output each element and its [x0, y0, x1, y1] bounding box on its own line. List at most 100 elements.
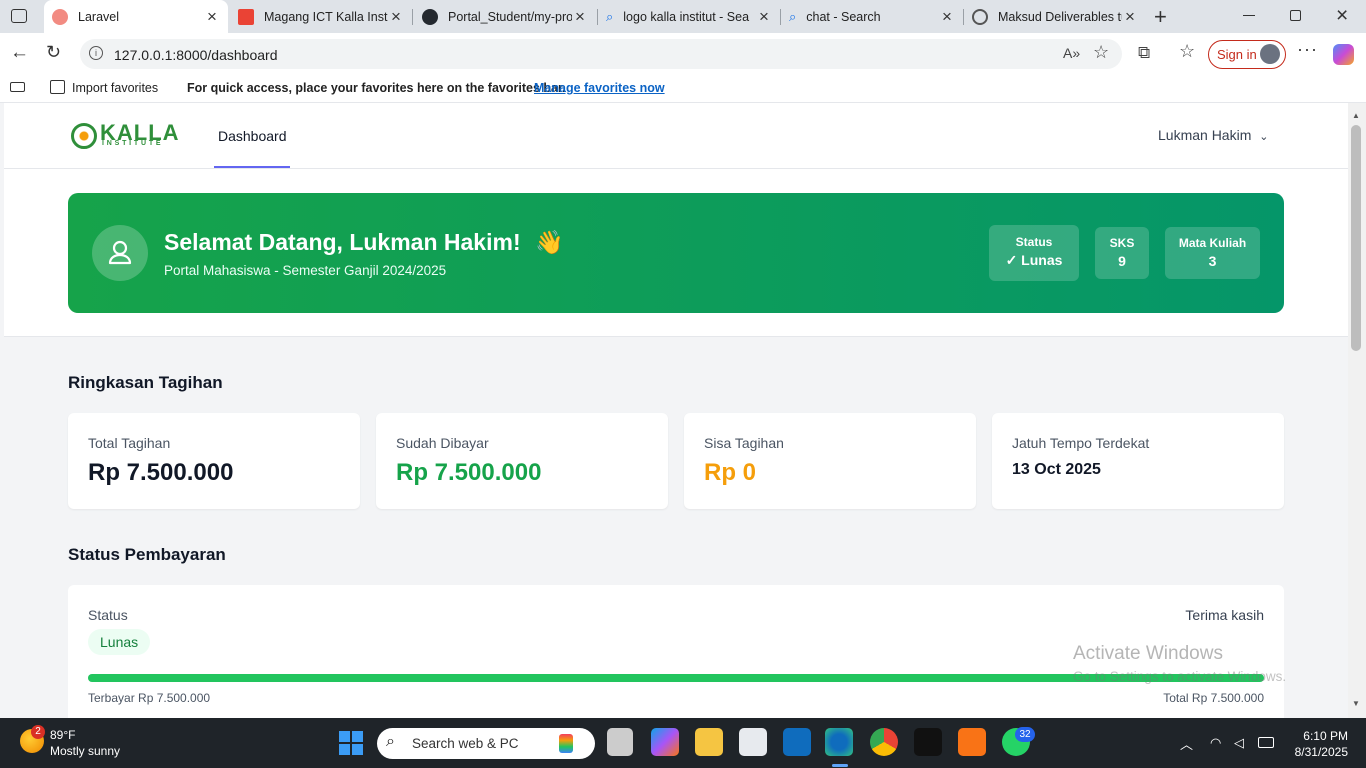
scroll-down-icon[interactable]: ▼	[1352, 699, 1360, 708]
welcome-banner: Selamat Datang, Lukman Hakim! 👋 Portal M…	[68, 193, 1284, 313]
back-icon[interactable]: ←	[10, 42, 29, 64]
user-name: Lukman Hakim	[1158, 127, 1252, 143]
favorites-bar: Import favorites For quick access, place…	[0, 75, 1366, 103]
app-navbar: KALLA INSTITUTE Dashboard Lukman Hakim ⌄	[4, 103, 1348, 169]
search-favicon-icon: ⌕	[606, 8, 614, 24]
avatar	[1260, 44, 1280, 64]
close-window-icon[interactable]: ×	[1336, 4, 1348, 28]
card-label: Sudah Dibayar	[396, 435, 489, 451]
taskbar-search[interactable]: ⌕ Search web & PC	[377, 728, 595, 759]
card-value: Rp 0	[704, 459, 757, 486]
xampp-icon[interactable]	[958, 728, 986, 756]
welcome-title: Selamat Datang, Lukman Hakim! 👋	[164, 229, 564, 256]
page-content: KALLA INSTITUTE Dashboard Lukman Hakim ⌄…	[4, 103, 1348, 718]
import-favorites-button[interactable]: Import favorites	[72, 81, 158, 95]
status-badge: Lunas	[88, 629, 151, 655]
status-stat: Status ✓ Lunas	[989, 225, 1079, 281]
close-tab-icon[interactable]: ×	[1122, 7, 1138, 27]
sign-in-label: Sign in	[1217, 47, 1257, 62]
battery-icon[interactable]	[1258, 737, 1274, 748]
edge-icon[interactable]	[825, 728, 853, 756]
card-label: Sisa Tagihan	[704, 435, 784, 451]
logo-subtext: INSTITUTE	[102, 140, 164, 147]
scroll-thumb[interactable]	[1351, 125, 1361, 351]
address-bar[interactable]: i 127.0.0.1:8000/dashboard A» ☆	[80, 39, 1122, 69]
tab-maksud[interactable]: Maksud Deliverables tu ×	[964, 0, 1146, 33]
read-aloud-icon[interactable]: A»	[1063, 45, 1080, 61]
payment-heading: Status Pembayaran	[68, 545, 226, 564]
stat-label: Mata Kuliah	[1178, 236, 1247, 250]
paid-card: Sudah Dibayar Rp 7.500.000	[376, 413, 668, 509]
tab-magang[interactable]: Magang ICT Kalla Instit ×	[230, 0, 412, 33]
stat-value: 3	[1208, 253, 1217, 269]
close-tab-icon[interactable]: ×	[388, 7, 404, 27]
paid-amount-text: Terbayar Rp 7.500.000	[88, 691, 211, 705]
more-options-icon[interactable]: ···	[1297, 39, 1318, 60]
browser-toolbar: ← ↻ i 127.0.0.1:8000/dashboard A» ☆ ⧉ ☆ …	[0, 33, 1366, 75]
close-tab-icon[interactable]: ×	[939, 7, 955, 27]
tab-actions-icon[interactable]	[11, 9, 27, 23]
total-amount-text: Total Rp 7.500.000	[1163, 691, 1264, 705]
site-info-icon[interactable]: i	[89, 46, 103, 60]
copilot-icon[interactable]	[1333, 44, 1354, 65]
weather-badge: 2	[31, 725, 45, 739]
tab-title: Maksud Deliverables tu	[998, 9, 1122, 24]
stat-label: Status	[1015, 235, 1053, 249]
activate-windows-subtitle: Go to Settings to activate Windows.	[1073, 669, 1287, 684]
tab-logo-search[interactable]: ⌕ logo kalla institut - Sea ×	[598, 0, 780, 33]
restore-icon[interactable]	[1290, 10, 1301, 21]
task-view-icon[interactable]	[607, 728, 633, 756]
nav-dashboard-link[interactable]: Dashboard	[218, 128, 287, 144]
tab-laravel[interactable]: Laravel ×	[44, 0, 228, 33]
terminal-icon[interactable]	[914, 728, 942, 756]
stat-label: SKS	[1109, 236, 1135, 250]
outlook-icon[interactable]	[783, 728, 811, 756]
wave-icon: 👋	[535, 229, 564, 255]
file-explorer-icon[interactable]	[695, 728, 723, 756]
sign-in-button[interactable]: Sign in	[1208, 40, 1286, 69]
new-tab-icon[interactable]: +	[1154, 4, 1167, 30]
manage-favorites-link[interactable]: Manage favorites now	[534, 81, 665, 95]
close-tab-icon[interactable]: ×	[204, 7, 220, 27]
temperature[interactable]: 89°F	[50, 728, 75, 742]
minimize-icon[interactable]	[1243, 15, 1255, 17]
wifi-icon[interactable]: ◠	[1210, 735, 1221, 751]
thanks-text: Terima kasih	[1185, 607, 1264, 623]
courses-stat: Mata Kuliah 3	[1165, 227, 1260, 279]
user-menu[interactable]: Lukman Hakim ⌄	[1158, 127, 1268, 143]
tab-github[interactable]: Portal_Student/my-proj ×	[414, 0, 596, 33]
show-hidden-icons[interactable]: ︿	[1180, 734, 1193, 753]
tab-title: Portal_Student/my-proj	[448, 9, 572, 24]
payment-status-label: Status	[88, 607, 128, 623]
refresh-icon[interactable]: ↻	[46, 42, 61, 63]
whatsapp-badge: 32	[1015, 727, 1035, 742]
card-label: Jatuh Tempo Terdekat	[1012, 435, 1150, 451]
welcome-title-text: Selamat Datang, Lukman Hakim!	[164, 229, 521, 255]
copilot-app-icon[interactable]	[651, 728, 679, 756]
tab-chat-search[interactable]: ⌕ chat - Search ×	[781, 0, 963, 33]
welcome-section: Selamat Datang, Lukman Hakim! 👋 Portal M…	[4, 169, 1348, 337]
tab-title: Laravel	[78, 9, 119, 24]
weather-desc[interactable]: Mostly sunny	[50, 744, 120, 758]
chrome-icon[interactable]	[870, 728, 898, 756]
favorites-icon[interactable]: ☆	[1179, 41, 1195, 62]
url-text[interactable]: 127.0.0.1:8000/dashboard	[114, 47, 277, 63]
favorite-star-icon[interactable]: ☆	[1093, 42, 1109, 63]
sidebar-toggle-icon[interactable]	[10, 82, 25, 92]
extensions-icon[interactable]: ⧉	[1138, 43, 1150, 63]
tab-title: chat - Search	[806, 9, 881, 24]
search-placeholder: Search web & PC	[412, 736, 519, 751]
user-avatar-icon	[92, 225, 148, 281]
card-value: Rp 7.500.000	[396, 459, 542, 486]
close-tab-icon[interactable]: ×	[572, 7, 588, 27]
kalla-logo-icon[interactable]	[71, 123, 97, 149]
windows-start-icon[interactable]	[339, 731, 363, 755]
clock-time[interactable]: 6:10 PM	[1292, 729, 1348, 743]
store-icon[interactable]	[739, 728, 767, 756]
summary-heading: Ringkasan Tagihan	[68, 373, 223, 392]
volume-icon[interactable]: ◁	[1234, 735, 1244, 751]
page-scrollbar[interactable]: ▲ ▼	[1348, 103, 1366, 718]
close-tab-icon[interactable]: ×	[756, 7, 772, 27]
scroll-up-icon[interactable]: ▲	[1352, 111, 1360, 120]
clock-date[interactable]: 8/31/2025	[1286, 745, 1348, 759]
